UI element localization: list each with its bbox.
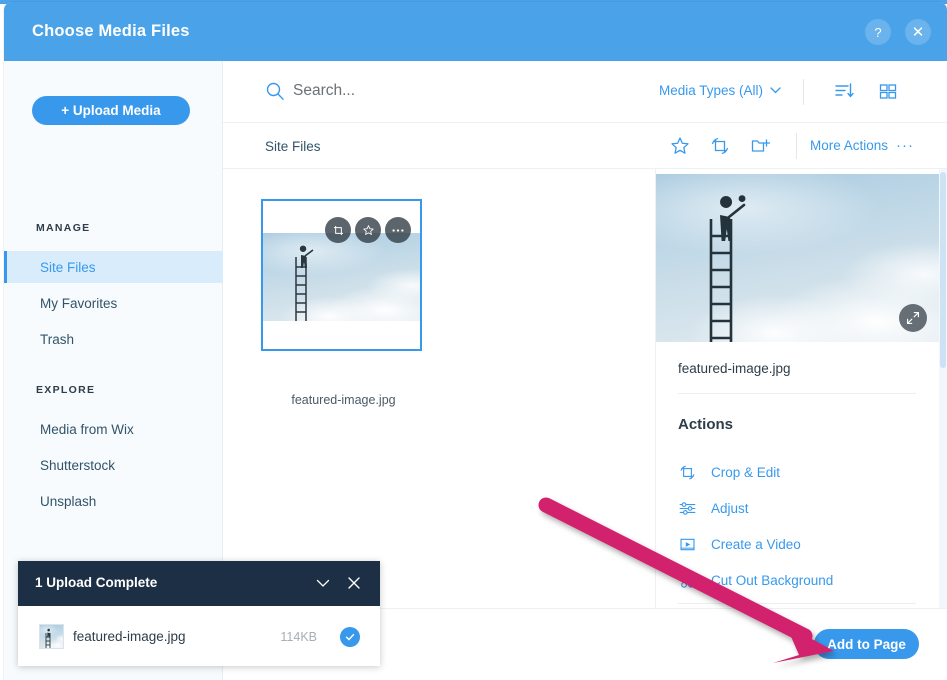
action-label: Crop & Edit <box>711 465 781 480</box>
toast-file-status-badge <box>340 627 360 647</box>
star-icon[interactable] <box>669 135 691 157</box>
action-cut-out-background[interactable]: Cut Out Background <box>678 571 833 590</box>
dialog-title: Choose Media Files <box>32 22 190 40</box>
toast-file-name: featured-image.jpg <box>73 629 186 644</box>
sidebar-section-explore: EXPLORE <box>36 384 96 396</box>
check-icon <box>345 633 355 641</box>
star-icon <box>362 224 374 235</box>
crop-icon <box>678 463 697 482</box>
crop-icon <box>333 225 343 235</box>
ladder-silhouette-graphic <box>709 195 746 342</box>
detail-divider-secondary <box>678 603 916 604</box>
sidebar-item-unsplash[interactable]: Unsplash <box>4 485 223 517</box>
detail-divider <box>678 393 916 394</box>
media-types-dropdown[interactable]: Media Types (All) <box>659 83 781 98</box>
sidebar-item-label: My Favorites <box>40 295 118 311</box>
toast-file-thumbnail <box>39 624 64 649</box>
adjust-sliders-icon <box>678 499 697 518</box>
sidebar-item-site-files[interactable]: Site Files <box>4 251 223 283</box>
detail-panel: featured-image.jpg Actions Crop & Edit A… <box>656 169 947 680</box>
card-crop-icon-button[interactable] <box>325 217 351 243</box>
media-types-label: Media Types (All) <box>658 83 763 98</box>
card-ellipsis-icon-button[interactable] <box>385 217 411 243</box>
sidebar-item-label: Site Files <box>40 259 96 275</box>
ellipsis-icon: ··· <box>896 137 914 154</box>
actionbar-divider <box>796 133 797 159</box>
ladder-silhouette-graphic <box>295 245 314 321</box>
ladder-silhouette-graphic <box>45 628 51 648</box>
action-label: Cut Out Background <box>711 573 834 588</box>
expand-icon-button[interactable] <box>899 304 927 332</box>
actions-heading: Actions <box>678 416 734 433</box>
sidebar-item-trash[interactable]: Trash <box>4 323 223 355</box>
search-input[interactable] <box>293 79 673 103</box>
sidebar-item-label: Trash <box>40 331 75 347</box>
sidebar-section-manage: MANAGE <box>36 222 91 234</box>
grid-view-icon[interactable] <box>877 81 899 103</box>
search-icon <box>266 82 284 100</box>
sidebar-item-media-from-wix[interactable]: Media from Wix <box>4 413 223 445</box>
ellipsis-icon <box>392 228 404 232</box>
toast-file-row: featured-image.jpg 114KB <box>18 606 380 666</box>
video-icon <box>678 535 697 554</box>
chevron-down-icon <box>770 87 781 94</box>
preview-image <box>656 174 939 342</box>
action-label: Create a Video <box>711 537 801 552</box>
sidebar-item-label: Unsplash <box>40 493 97 509</box>
toast-file-size: 114KB <box>280 630 317 644</box>
sidebar-item-label: Shutterstock <box>40 457 116 473</box>
search-bar: Media Types (All) <box>223 61 947 123</box>
toast-header: 1 Upload Complete <box>18 561 380 606</box>
action-label: Adjust <box>711 501 749 516</box>
detail-panel-scrollbar[interactable] <box>939 169 947 680</box>
sidebar-item-shutterstock[interactable]: Shutterstock <box>4 449 223 481</box>
action-adjust[interactable]: Adjust <box>678 499 749 518</box>
breadcrumb[interactable]: Site Files <box>265 139 321 154</box>
help-icon-button[interactable]: ? <box>865 19 891 45</box>
toolbar-divider <box>803 79 804 105</box>
upload-complete-toast: 1 Upload Complete featured-image.jpg 114… <box>18 561 380 666</box>
new-folder-icon[interactable] <box>749 135 771 157</box>
more-actions-label: More Actions <box>809 138 888 153</box>
close-icon[interactable] <box>345 574 363 592</box>
close-icon-button[interactable]: ✕ <box>905 19 931 45</box>
card-star-icon-button[interactable] <box>355 217 381 243</box>
media-card-thumbnail <box>263 233 420 321</box>
toast-title: 1 Upload Complete <box>35 575 158 590</box>
detail-filename: featured-image.jpg <box>678 361 791 376</box>
chevron-down-icon[interactable] <box>314 574 332 592</box>
scrollbar-thumb[interactable] <box>940 172 946 368</box>
media-card-filename: featured-image.jpg <box>291 393 396 407</box>
upload-media-button[interactable]: + Upload Media <box>32 96 190 125</box>
sidebar-item-my-favorites[interactable]: My Favorites <box>4 287 223 319</box>
action-create-a-video[interactable]: Create a Video <box>678 535 801 554</box>
media-card-featured-image[interactable]: featured-image.jpg <box>261 199 422 407</box>
action-crop-and-edit[interactable]: Crop & Edit <box>678 463 780 482</box>
expand-icon <box>906 311 920 325</box>
more-actions-button[interactable]: More Actions ··· <box>810 138 914 153</box>
action-bar: Site Files More Actions ··· <box>223 123 947 169</box>
dialog-header: Choose Media Files ? ✕ <box>4 2 947 61</box>
add-to-page-button[interactable]: Add to Page <box>814 629 919 659</box>
sort-icon[interactable] <box>833 81 855 103</box>
crop-icon[interactable] <box>709 135 731 157</box>
sidebar-item-label: Media from Wix <box>40 421 134 437</box>
cut-out-icon <box>678 571 697 590</box>
